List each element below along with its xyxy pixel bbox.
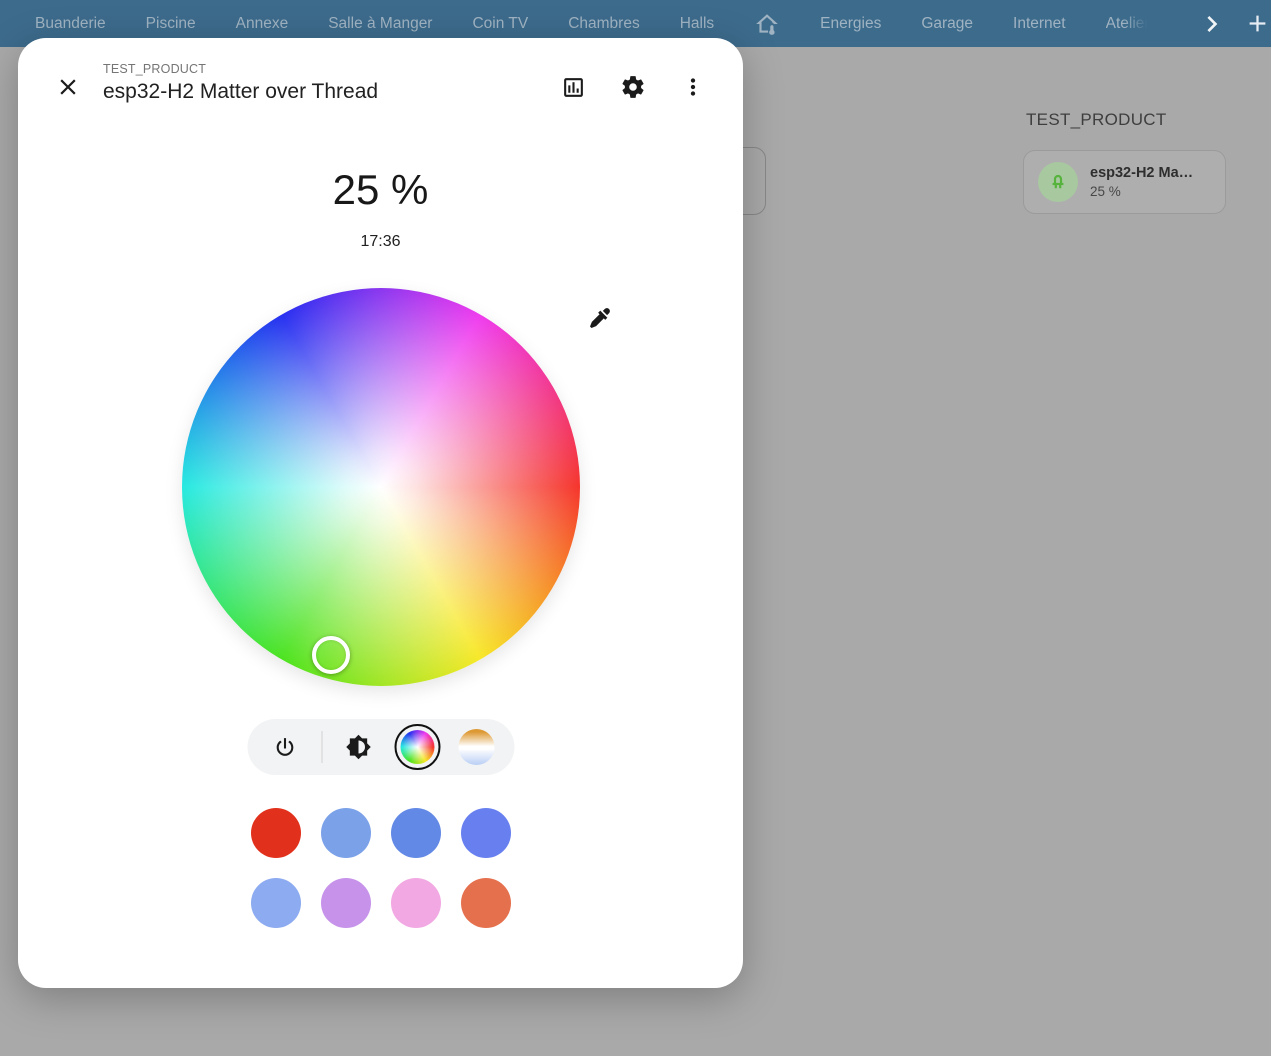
device-overline: TEST_PRODUCT	[103, 62, 378, 76]
preset-color-pink[interactable]	[391, 878, 441, 928]
dialog-header-text: TEST_PRODUCT esp32-H2 Matter over Thread	[103, 62, 378, 104]
preset-color-light-blue[interactable]	[321, 808, 371, 858]
background-entity-name: esp32-H2 Ma…	[1090, 165, 1193, 181]
preset-colors	[251, 808, 511, 928]
nav-tab-salle-a-manger[interactable]: Salle à Manger	[328, 15, 432, 33]
nav-tab-garage[interactable]: Garage	[921, 15, 973, 33]
power-icon	[273, 735, 298, 760]
brightness-icon	[345, 734, 371, 760]
power-toggle-button[interactable]	[263, 725, 307, 769]
nav-tab-climate[interactable]	[754, 11, 780, 37]
preset-color-coral[interactable]	[461, 878, 511, 928]
nav-add-tab-button[interactable]	[1244, 10, 1271, 37]
nav-tab-halls[interactable]: Halls	[680, 15, 714, 33]
toolbar-divider	[321, 731, 322, 763]
last-changed-time: 17:36	[18, 233, 743, 251]
nav-tab-piscine[interactable]: Piscine	[146, 15, 196, 33]
gear-icon	[620, 74, 646, 100]
nav-tab-annexe[interactable]: Annexe	[236, 15, 289, 33]
dialog-title: esp32-H2 Matter over Thread	[103, 80, 378, 104]
background-entity-card: esp32-H2 Ma… 25 %	[1023, 150, 1226, 214]
nav-tab-atelier[interactable]: Atelier	[1106, 15, 1150, 33]
nav-tab-buanderie[interactable]: Buanderie	[35, 15, 106, 33]
color-temperature-mode-button[interactable]	[454, 725, 498, 769]
history-chart-button[interactable]	[549, 63, 597, 111]
brightness-mode-button[interactable]	[336, 725, 380, 769]
home-thermometer-icon	[754, 11, 780, 37]
settings-button[interactable]	[609, 63, 657, 111]
light-mode-toolbar	[247, 719, 514, 775]
light-control-dialog: TEST_PRODUCT esp32-H2 Matter over Thread…	[18, 38, 743, 988]
eyedropper-icon	[588, 306, 612, 330]
nav-tab-coin-tv[interactable]: Coin TV	[472, 15, 528, 33]
color-wheel[interactable]	[182, 288, 580, 686]
nav-tab-energies[interactable]: Energies	[820, 15, 881, 33]
close-icon	[55, 74, 81, 100]
close-button[interactable]	[44, 63, 92, 111]
color-wheel-icon	[400, 730, 434, 764]
background-section-title: TEST_PRODUCT	[1026, 110, 1167, 130]
color-wheel-mode-button[interactable]	[394, 724, 440, 770]
preset-color-red[interactable]	[251, 808, 301, 858]
nav-scroll-right-chevron-icon[interactable]	[1196, 8, 1228, 40]
nav-tab-internet[interactable]: Internet	[1013, 15, 1066, 33]
nav-tab-chambres[interactable]: Chambres	[568, 15, 640, 33]
more-options-button[interactable]	[669, 63, 717, 111]
led-light-icon	[1038, 162, 1078, 202]
brightness-percentage: 25 %	[18, 166, 743, 214]
preset-color-blue[interactable]	[391, 808, 441, 858]
eyedropper-button[interactable]	[576, 294, 624, 342]
chart-icon	[561, 75, 586, 100]
kebab-menu-icon	[680, 74, 706, 100]
preset-color-indigo[interactable]	[461, 808, 511, 858]
preset-color-periwinkle[interactable]	[251, 878, 301, 928]
background-entity-state: 25 %	[1090, 184, 1193, 199]
color-temperature-icon	[458, 729, 494, 765]
preset-color-purple[interactable]	[321, 878, 371, 928]
color-wheel-handle[interactable]	[312, 636, 350, 674]
